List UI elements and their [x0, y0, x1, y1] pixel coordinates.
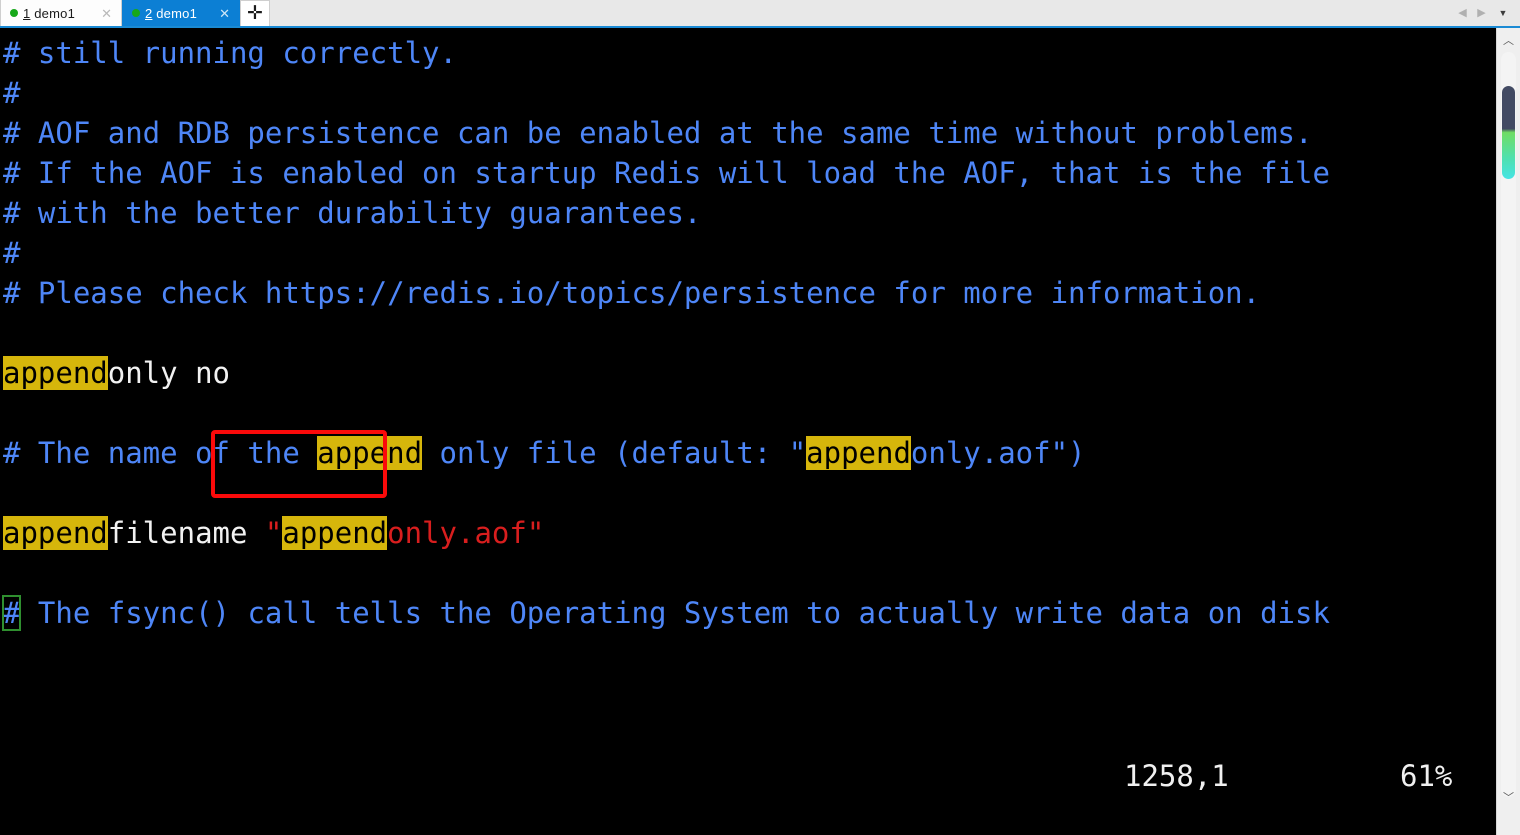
text-run: only file (default: ": [422, 436, 807, 470]
text-run: # with the better durability guarantees.: [3, 196, 702, 230]
tab-label: 1 demo1: [23, 6, 75, 21]
text-run: no: [195, 356, 230, 390]
new-tab-button[interactable]: ✛: [240, 0, 270, 26]
search-match: append: [282, 516, 388, 550]
tab-bar: 1 demo1 ✕ 2 demo1 ✕ ✛ ◀ ▶ ▼: [0, 0, 1520, 28]
text-run: only.aof": [387, 516, 545, 550]
text-run: # If the AOF is enabled on startup Redis…: [3, 156, 1330, 190]
vertical-scrollbar[interactable]: ︿ ﹀: [1496, 28, 1520, 835]
tab-title: demo1: [30, 5, 75, 21]
terminal-line: #: [3, 73, 1493, 113]
scroll-down-arrow-icon[interactable]: ﹀: [1497, 787, 1520, 807]
tab-2-demo1[interactable]: 2 demo1 ✕: [122, 0, 240, 26]
text-run: # AOF and RDB persistence can be enabled…: [3, 116, 1313, 150]
search-match: append: [806, 436, 911, 470]
search-match: append: [3, 516, 108, 550]
terminal-text-buffer: # still running correctly. # # AOF and RDB…: [1, 33, 1493, 633]
search-match: append: [317, 436, 423, 470]
terminal-line: # The fsync() call tells the Operating S…: [1, 593, 1493, 633]
close-icon[interactable]: ✕: [216, 7, 233, 20]
terminal-line: appendfilename "appendonly.aof": [3, 513, 1493, 553]
tab-list-chevron-down-icon[interactable]: ▼: [1492, 2, 1514, 24]
tab-status-dot-icon: [132, 9, 140, 17]
text-run: The fsync() call tells the Operating Sys…: [20, 596, 1330, 630]
tab-nav-controls: ◀ ▶ ▼: [1454, 0, 1520, 26]
scrollbar-thumb[interactable]: [1502, 86, 1515, 179]
text-run: # still running correctly.: [3, 36, 457, 70]
terminal-line: appendonly no: [3, 353, 1493, 393]
close-icon[interactable]: ✕: [98, 7, 115, 20]
text-run: #: [3, 236, 21, 270]
terminal-line: #: [3, 233, 1493, 273]
text-run: filename: [107, 516, 265, 550]
text-run: #: [3, 76, 21, 110]
tab-1-demo1[interactable]: 1 demo1 ✕: [0, 0, 122, 26]
tabbar-spacer: [270, 25, 1454, 26]
text-run: only: [107, 356, 196, 390]
text-run: # The name of the: [3, 436, 318, 470]
terminal-viewport[interactable]: # still running correctly. # # AOF and RDB…: [0, 28, 1496, 835]
text-run: # Please check https://redis.io/topics/p…: [3, 276, 1261, 310]
terminal-line: # still running correctly.: [3, 33, 1493, 73]
scroll-tabs-left-icon[interactable]: ◀: [1454, 2, 1471, 24]
text-cursor: #: [1, 595, 22, 631]
scrollbar-bottom-pad: [1497, 809, 1520, 835]
tab-title: demo1: [152, 5, 197, 21]
terminal-line: # Please check https://redis.io/topics/p…: [3, 273, 1493, 313]
plus-icon: ✛: [247, 3, 263, 24]
file-percent: 61%: [1400, 759, 1453, 793]
tab-label: 2 demo1: [145, 6, 197, 21]
terminal-line: # If the AOF is enabled on startup Redis…: [3, 153, 1493, 193]
cursor-position: 1258,1: [1124, 759, 1229, 793]
scroll-tabs-right-icon[interactable]: ▶: [1473, 2, 1490, 24]
search-match: append: [3, 356, 108, 390]
text-run: ": [264, 516, 283, 550]
terminal-line: # AOF and RDB persistence can be enabled…: [3, 113, 1493, 153]
scroll-up-arrow-icon[interactable]: ︿: [1497, 30, 1520, 50]
tab-status-dot-icon: [10, 9, 18, 17]
terminal-line: # The name of the append only file (defa…: [3, 433, 1493, 473]
terminal-line: # with the better durability guarantees.: [3, 193, 1493, 233]
text-run: only.aof"): [910, 436, 1086, 470]
